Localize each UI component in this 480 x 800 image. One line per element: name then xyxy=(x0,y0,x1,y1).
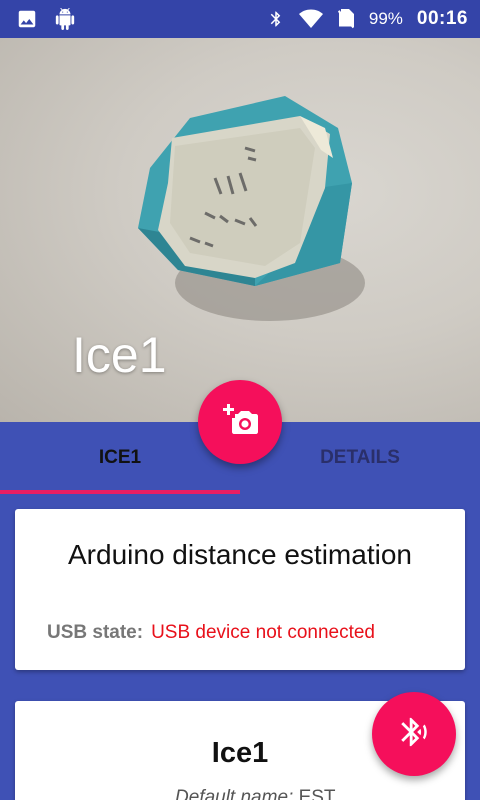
default-name-row: Default name: EST xyxy=(175,787,336,800)
default-name-value: EST xyxy=(298,787,336,800)
image-icon xyxy=(16,8,38,30)
usb-state-label: USB state: xyxy=(47,622,144,643)
bluetooth-scan-button[interactable] xyxy=(372,692,456,776)
default-name-label: Default name: xyxy=(175,787,294,800)
header-title: Ice1 xyxy=(72,327,167,383)
no-sim-icon xyxy=(337,8,355,30)
status-bar: 99% 00:16 xyxy=(0,0,480,38)
bluetooth-audio-icon xyxy=(397,715,431,754)
add-photo-button[interactable] xyxy=(198,380,282,464)
wifi-icon xyxy=(298,9,323,29)
arduino-card-title: Arduino distance estimation xyxy=(68,539,412,570)
bluetooth-icon xyxy=(267,8,285,30)
clock: 00:16 xyxy=(416,8,468,29)
android-icon xyxy=(54,8,76,30)
add-photo-icon xyxy=(220,400,260,445)
battery-percent: 99% xyxy=(368,9,403,28)
arduino-card: Arduino distance estimation USB state: U… xyxy=(15,509,465,670)
usb-state-value: USB device not connected xyxy=(151,622,375,643)
usb-state-row: USB state: USB device not connected xyxy=(47,622,375,644)
tab-indicator xyxy=(0,490,240,494)
header-photo: Ice1 xyxy=(0,38,480,422)
